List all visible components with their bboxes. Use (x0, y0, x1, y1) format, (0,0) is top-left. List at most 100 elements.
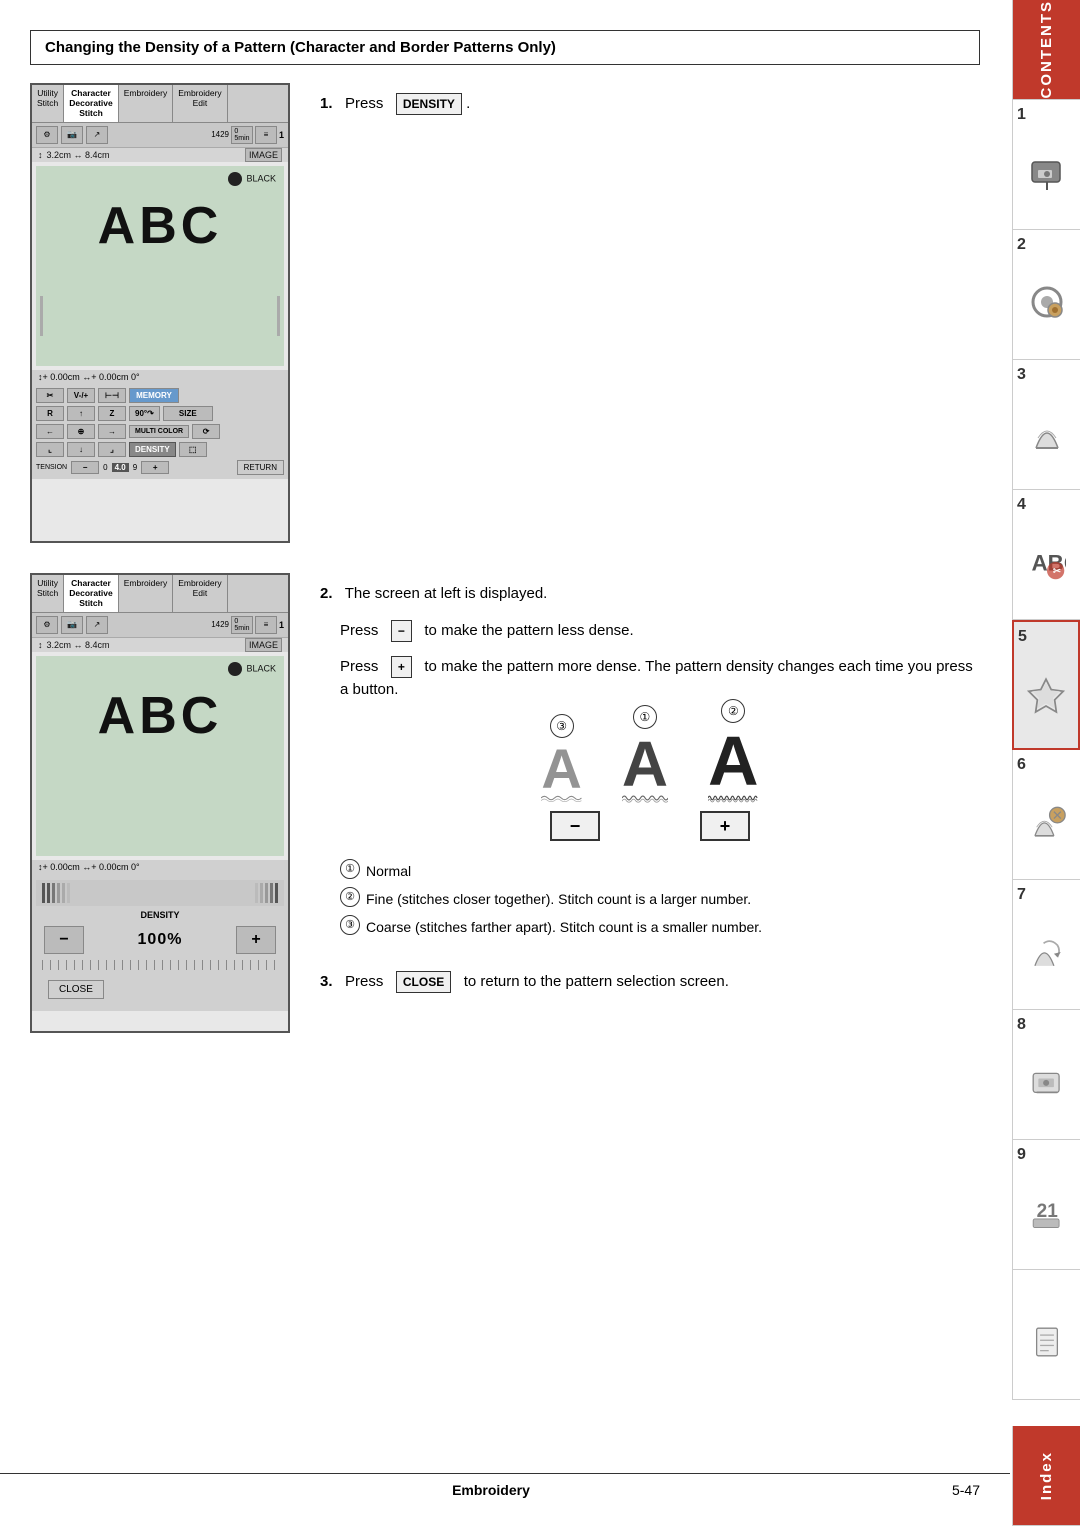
close-key[interactable]: CLOSE (396, 971, 451, 993)
sidebar-tab-7[interactable]: 7 (1012, 880, 1080, 1010)
tick-marks (42, 960, 278, 970)
icon-num: ≡ (255, 126, 277, 144)
sidebar-tab-2[interactable]: 2 (1012, 230, 1080, 360)
pm-row-screen: − 100% + (36, 922, 284, 958)
btn-memory[interactable]: MEMORY (129, 388, 179, 403)
screen-tabs-2: Utility Stitch Character Decorative Stit… (32, 575, 288, 613)
abc-item-fine: ② A (708, 721, 759, 801)
screen-mockup-2: Utility Stitch Character Decorative Stit… (30, 573, 290, 1033)
abc-text-1: ABC (40, 186, 280, 266)
close-btn-screen[interactable]: CLOSE (48, 980, 104, 999)
btn-density-1[interactable]: DENSITY (129, 442, 176, 457)
sidebar-tab-1[interactable]: 1 (1012, 100, 1080, 230)
step1-text: Press (345, 95, 383, 112)
density-bars (36, 880, 284, 906)
btn-tension-plus[interactable]: + (141, 461, 169, 474)
minus-key[interactable]: − (391, 620, 412, 642)
footer: Embroidery 5-47 (0, 1473, 1010, 1506)
btn-return[interactable]: RETURN (237, 460, 284, 475)
plus-key[interactable]: + (391, 656, 412, 678)
sidebar-contents-label: CONTENTS (1038, 0, 1055, 99)
icon-settings: ⚙ (36, 126, 58, 144)
icon2-count: 05min (231, 616, 253, 634)
step3-text: Press (345, 973, 383, 990)
btn-plus-screen[interactable]: + (236, 926, 276, 954)
image-btn-2[interactable]: IMAGE (245, 638, 282, 652)
sidebar-icon-5 (1027, 671, 1065, 720)
sidebar-index-label: Index (1038, 1451, 1055, 1500)
screen2-tab-character[interactable]: Character Decorative Stitch (64, 575, 118, 612)
btn-right[interactable]: → (98, 424, 126, 439)
footer-center: Embroidery (452, 1482, 530, 1498)
sidebar-tab-6[interactable]: 6 (1012, 750, 1080, 880)
icon-count: 05min (231, 126, 253, 144)
sidebar-tab-index[interactable]: Index (1012, 1426, 1080, 1526)
circle-3: ③ (550, 714, 574, 738)
pm-plus-illus: + (700, 811, 750, 841)
density-key[interactable]: DENSITY (396, 93, 462, 115)
btn-rotate[interactable]: ⟳ (192, 424, 220, 439)
screen2-tab-edit[interactable]: Embroidery Edit (173, 575, 227, 612)
stitch-normal (622, 791, 668, 805)
screen-tab-embroidery[interactable]: Embroidery (119, 85, 173, 122)
btn-frame[interactable]: ⬚ (179, 442, 207, 457)
circle-2: ② (721, 699, 745, 723)
btn-scissors[interactable]: ✂ (36, 388, 64, 403)
btn-r[interactable]: R (36, 406, 64, 421)
pos-row-1: ↕+ 0.00cm ↔+ 0.00cm 0° (32, 370, 288, 384)
sidebar-icon-6 (1028, 800, 1066, 849)
icon-row-1: ⚙ 📷 ↗ 1429 05min ≡ 1 (32, 123, 288, 148)
circle-1: ① (633, 705, 657, 729)
btn-center[interactable]: ⊕ (67, 424, 95, 439)
sidebar-tab-3[interactable]: 3 (1012, 360, 1080, 490)
sidebar-icon-8 (1028, 1060, 1066, 1109)
step1-num: 1. (320, 95, 333, 112)
icon-row-2: ⚙ 📷 ↗ 1429 05min ≡ 1 (32, 613, 288, 638)
btn-pm[interactable]: V-/+ (67, 388, 95, 403)
sidebar-tab-9[interactable]: 9 21 (1012, 1140, 1080, 1270)
btn-br[interactable]: ⌟ (98, 442, 126, 457)
btn-left[interactable]: ← (36, 424, 64, 439)
btn-tension-minus[interactable]: − (71, 461, 99, 474)
btn-up[interactable]: ↑ (67, 406, 95, 421)
step2-intro: The screen at left is displayed. (345, 585, 548, 602)
btn-align[interactable]: ⊢⊣ (98, 388, 126, 403)
btn-multi[interactable]: MULTI COLOR (129, 425, 189, 438)
sidebar-num-6: 6 (1017, 756, 1026, 774)
icon2-settings: ⚙ (36, 616, 58, 634)
sidebar-num-4: 4 (1017, 496, 1026, 514)
measurement-row-2: ↕ 3.2cm ↔ 8.4cm IMAGE (32, 638, 288, 652)
section1: Utility Stitch Character Decorative Stit… (30, 83, 980, 543)
density-pct-display: 100% (138, 931, 183, 949)
btn-minus-screen[interactable]: − (44, 926, 84, 954)
abc-fine: A (708, 721, 759, 801)
screen2-tab-utility[interactable]: Utility Stitch (32, 575, 64, 612)
legend: ① Normal ② Fine (stitches closer togethe… (340, 857, 980, 941)
btn-size[interactable]: SIZE (163, 406, 213, 421)
step3-line: 3. Press CLOSE to return to the pattern … (320, 971, 980, 994)
btn-90[interactable]: 90°↷ (129, 406, 160, 421)
screen-tab-edit[interactable]: Embroidery Edit (173, 85, 227, 122)
sidebar-tab-contents[interactable]: CONTENTS (1012, 0, 1080, 100)
color-dot-2 (228, 662, 242, 676)
btn-bl[interactable]: ⌞ (36, 442, 64, 457)
color-dot-1 (228, 172, 242, 186)
legend-text-1: Normal (366, 857, 411, 885)
screen-tab-utility[interactable]: Utility Stitch (32, 85, 64, 122)
step2-plus-line: Press + to make the pattern more dense. … (340, 656, 980, 701)
sidebar-tab-4[interactable]: 4 ABC ✂ (1012, 490, 1080, 620)
icon2-arrow: ↗ (86, 616, 108, 634)
sidebar-tab-8[interactable]: 8 (1012, 1010, 1080, 1140)
step1-line: 1. Press DENSITY . (320, 93, 980, 116)
pos-row-2: ↕+ 0.00cm ↔+ 0.00cm 0° (32, 860, 288, 874)
legend-fine: ② Fine (stitches closer together). Stitc… (340, 885, 980, 913)
image-btn-1[interactable]: IMAGE (245, 148, 282, 162)
stitch-fine (708, 791, 759, 805)
sidebar-tab-5[interactable]: 5 (1012, 620, 1080, 750)
btn-forward[interactable]: Z (98, 406, 126, 421)
screen-tab-character[interactable]: Character Decorative Stitch (64, 85, 118, 122)
screen2-tab-embroidery[interactable]: Embroidery (119, 575, 173, 612)
sidebar-tab-doc[interactable] (1012, 1270, 1080, 1400)
btn-down[interactable]: ↓ (67, 442, 95, 457)
screen2-bottom: DENSITY − 100% + CLOSE (32, 874, 288, 1011)
